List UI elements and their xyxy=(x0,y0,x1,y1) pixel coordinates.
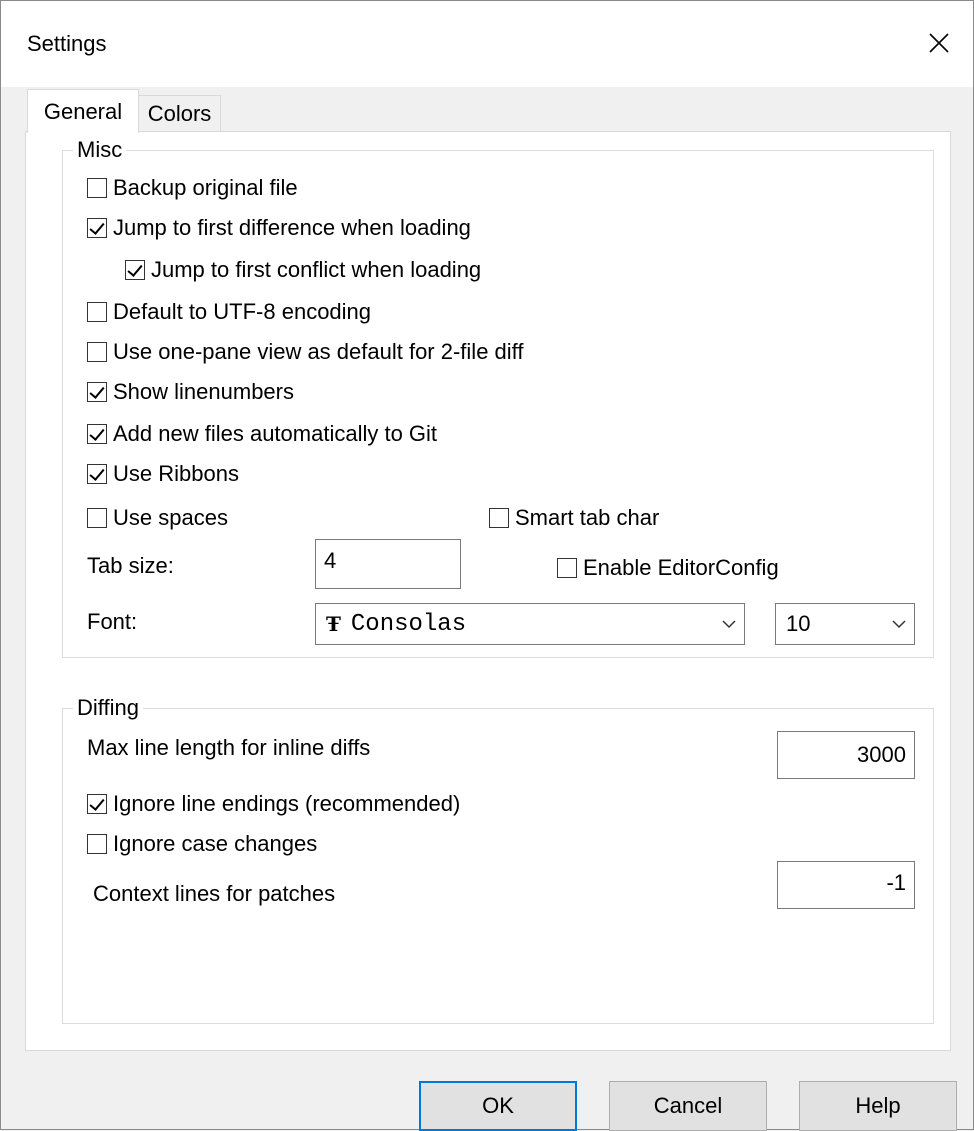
ignore-case-changes-checkbox[interactable]: Ignore case changes xyxy=(87,829,317,859)
checkbox-box xyxy=(489,508,509,528)
checkbox-box xyxy=(87,302,107,322)
chevron-down-icon xyxy=(714,604,744,644)
checkbox-box xyxy=(87,424,107,444)
checkbox-label: Smart tab char xyxy=(515,505,660,530)
show-linenumbers-checkbox[interactable]: Show linenumbers xyxy=(87,377,294,407)
checkbox-label: Use Ribbons xyxy=(113,461,239,486)
checkbox-box xyxy=(557,558,577,578)
help-button[interactable]: Help xyxy=(799,1081,957,1131)
one-pane-view-checkbox[interactable]: Use one-pane view as default for 2-file … xyxy=(87,337,524,367)
diffing-legend: Diffing xyxy=(73,695,143,721)
smart-tab-char-checkbox[interactable]: Smart tab char xyxy=(489,503,659,533)
font-label: Font: xyxy=(87,609,138,634)
checkbox-label: Jump to first conflict when loading xyxy=(151,257,482,282)
truetype-font-icon: Ŧ xyxy=(326,612,341,636)
checkbox-label: Use one-pane view as default for 2-file … xyxy=(113,339,524,364)
font-size-select[interactable]: 10 xyxy=(775,603,915,645)
cancel-button[interactable]: Cancel xyxy=(609,1081,767,1131)
window-title: Settings xyxy=(27,31,107,56)
max-line-length-input[interactable]: 3000 xyxy=(777,731,915,779)
misc-legend: Misc xyxy=(73,137,127,163)
checkbox-label: Use spaces xyxy=(113,505,228,530)
font-name: Consolas xyxy=(350,610,467,638)
tab-general[interactable]: General xyxy=(27,89,139,133)
chevron-down-icon xyxy=(884,604,914,644)
checkbox-label: Ignore case changes xyxy=(113,831,318,856)
checkbox-label: Jump to first difference when loading xyxy=(113,215,471,240)
close-button[interactable] xyxy=(919,23,959,63)
checkbox-box xyxy=(87,834,107,854)
utf8-encoding-checkbox[interactable]: Default to UTF-8 encoding xyxy=(87,297,371,327)
add-files-git-checkbox[interactable]: Add new files automatically to Git xyxy=(87,419,437,449)
font-select-value: Ŧ Consolas xyxy=(316,611,714,638)
checkbox-box xyxy=(87,508,107,528)
settings-dialog: Settings General Colors Misc Backup orig… xyxy=(0,0,974,1131)
checkbox-label: Ignore line endings (recommended) xyxy=(113,791,461,816)
diffing-group: Diffing Max line length for inline diffs… xyxy=(62,695,934,1024)
checkbox-box xyxy=(87,464,107,484)
checkbox-label: Show linenumbers xyxy=(113,379,294,404)
title-bar: Settings xyxy=(1,1,973,87)
tab-size-label: Tab size: xyxy=(87,553,174,578)
misc-group: Misc Backup original file Jump to first … xyxy=(62,137,934,658)
checkbox-label: Add new files automatically to Git xyxy=(113,421,438,446)
jump-first-conflict-checkbox[interactable]: Jump to first conflict when loading xyxy=(125,255,481,285)
checkbox-label: Enable EditorConfig xyxy=(583,555,779,580)
checkbox-box xyxy=(87,342,107,362)
checkbox-box xyxy=(87,218,107,238)
backup-original-file-checkbox[interactable]: Backup original file xyxy=(87,173,298,203)
enable-editorconfig-checkbox[interactable]: Enable EditorConfig xyxy=(557,553,779,583)
jump-first-difference-checkbox[interactable]: Jump to first difference when loading xyxy=(87,213,471,243)
use-ribbons-checkbox[interactable]: Use Ribbons xyxy=(87,459,239,489)
max-line-length-label: Max line length for inline diffs xyxy=(87,735,371,760)
context-lines-input[interactable]: -1 xyxy=(777,861,915,909)
general-tab-panel: Misc Backup original file Jump to first … xyxy=(25,131,951,1051)
ok-button[interactable]: OK xyxy=(419,1081,577,1131)
context-lines-label: Context lines for patches xyxy=(93,881,336,906)
checkbox-box xyxy=(125,260,145,280)
checkbox-box xyxy=(87,794,107,814)
checkbox-box xyxy=(87,178,107,198)
font-select[interactable]: Ŧ Consolas xyxy=(315,603,745,645)
font-size-value: 10 xyxy=(786,611,811,636)
close-icon xyxy=(929,33,949,53)
checkbox-label: Backup original file xyxy=(113,175,298,200)
checkbox-box xyxy=(87,382,107,402)
use-spaces-checkbox[interactable]: Use spaces xyxy=(87,503,228,533)
checkbox-label: Default to UTF-8 encoding xyxy=(113,299,372,324)
tab-size-input[interactable]: 4 xyxy=(315,539,461,589)
ignore-line-endings-checkbox[interactable]: Ignore line endings (recommended) xyxy=(87,789,460,819)
tab-colors[interactable]: Colors xyxy=(139,95,221,131)
